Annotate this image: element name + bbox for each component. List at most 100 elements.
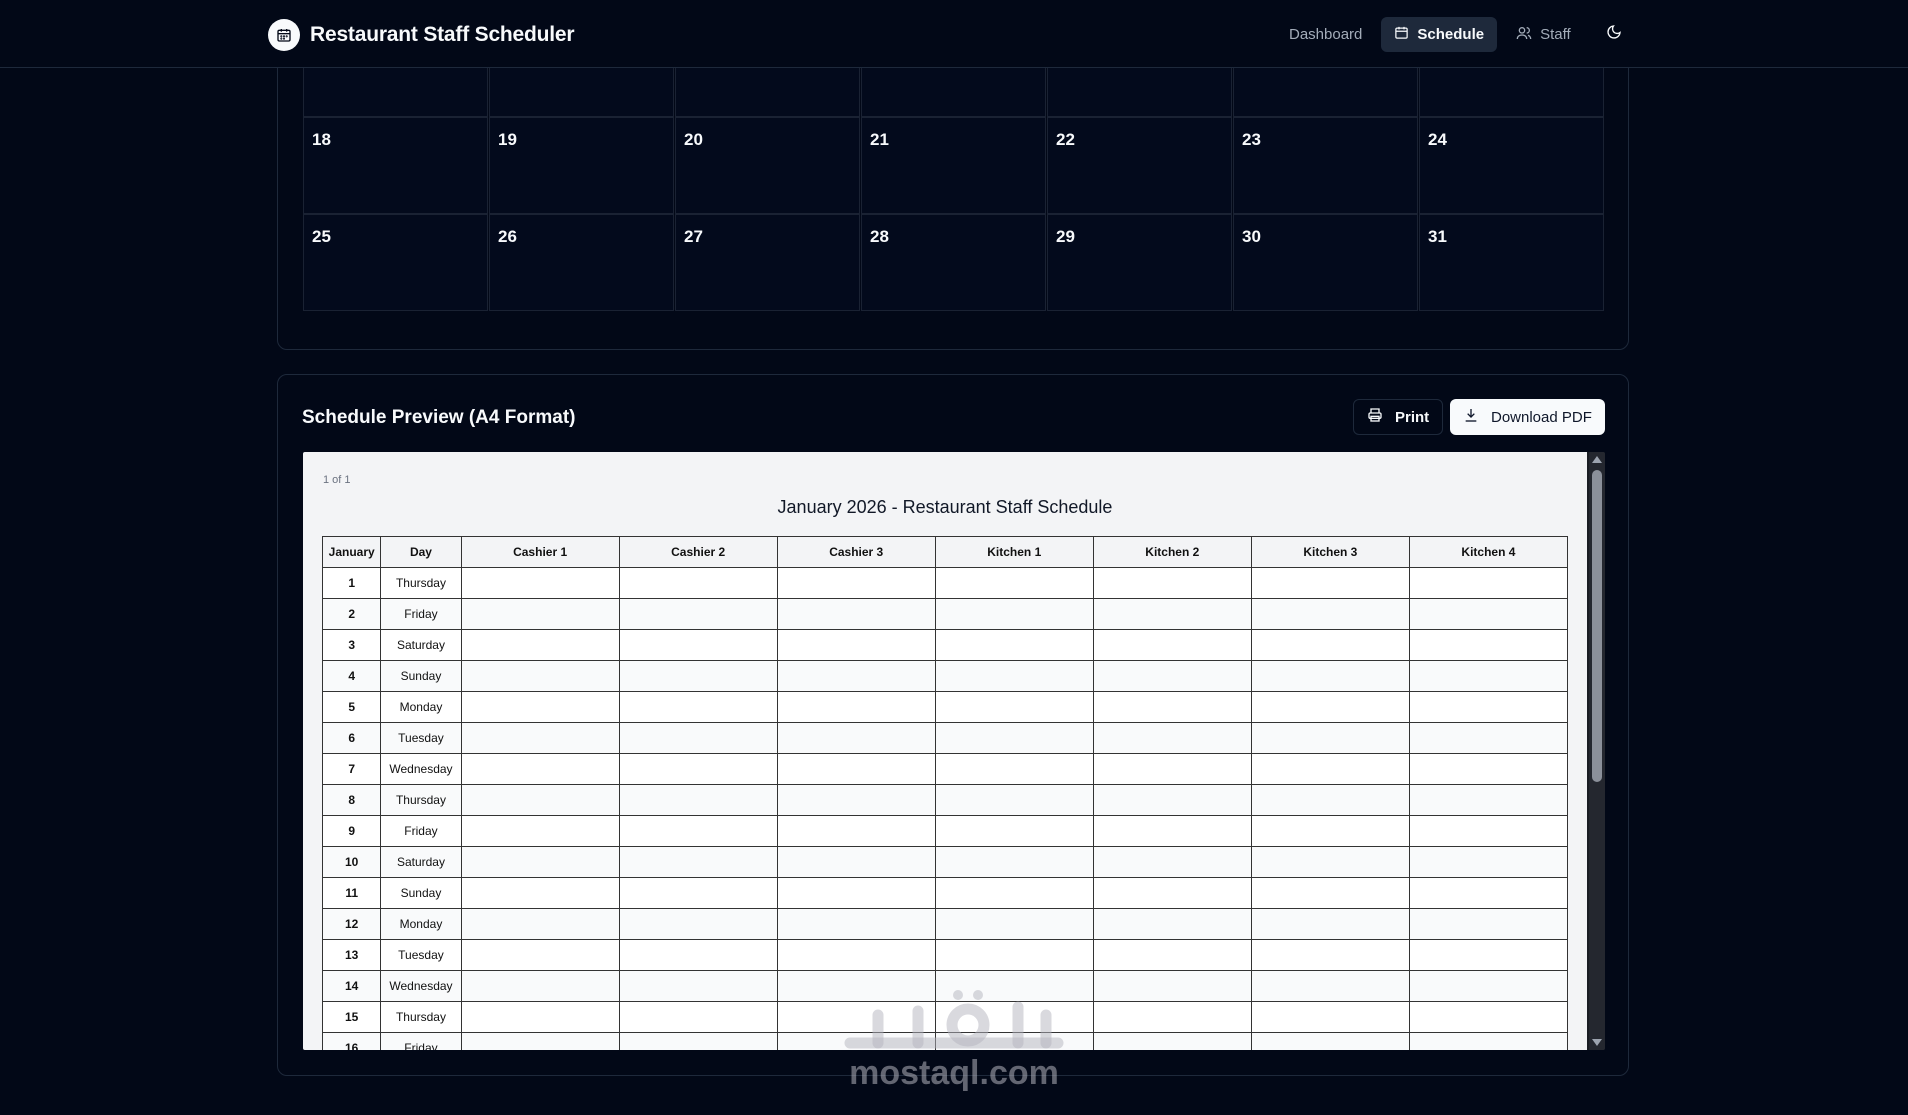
date-cell: 5 xyxy=(321,691,382,723)
date-cell: 6 xyxy=(321,722,382,754)
shift-cell xyxy=(618,815,778,847)
calendar-day-cell[interactable]: 31 xyxy=(1419,214,1604,311)
calendar-icon xyxy=(1394,25,1409,44)
shift-cell xyxy=(1250,846,1410,878)
shift-cell xyxy=(1250,660,1410,692)
nav-dashboard[interactable]: Dashboard xyxy=(1276,17,1375,52)
download-pdf-button[interactable]: Download PDF xyxy=(1450,399,1605,435)
main-nav: Dashboard Schedule Staff xyxy=(1276,17,1584,52)
day-cell: Thursday xyxy=(380,784,462,816)
date-cell: 7 xyxy=(321,753,382,785)
shift-cell xyxy=(618,846,778,878)
shift-cell xyxy=(776,691,936,723)
date-cell: 3 xyxy=(321,629,382,661)
shift-cell xyxy=(618,660,778,692)
mostaql-logo-icon xyxy=(844,990,1064,1049)
day-cell: Sunday xyxy=(380,660,462,692)
column-header: Cashier 3 xyxy=(776,536,936,568)
shift-cell xyxy=(934,815,1094,847)
watermark-text: mostaql.com xyxy=(849,1054,1059,1092)
print-button[interactable]: Print xyxy=(1353,399,1444,435)
shift-cell xyxy=(618,970,778,1002)
shift-cell xyxy=(776,784,936,816)
calendar-day-cell[interactable]: 25 xyxy=(303,214,488,311)
shift-cell xyxy=(618,567,778,599)
shift-cell xyxy=(1092,629,1252,661)
shift-cell xyxy=(1092,908,1252,940)
shift-cell xyxy=(460,815,620,847)
shift-cell xyxy=(1250,753,1410,785)
shift-cell xyxy=(934,877,1094,909)
column-header: January xyxy=(321,536,382,568)
shift-cell xyxy=(1408,939,1569,971)
shift-cell xyxy=(776,567,936,599)
calendar-day-cell[interactable]: 21 xyxy=(861,117,1046,214)
calendar-day-cell[interactable]: 27 xyxy=(675,214,860,311)
calendar-day-cell[interactable]: 28 xyxy=(861,214,1046,311)
calendar-day-cell[interactable]: 29 xyxy=(1047,214,1232,311)
table-row: 8 Thursday xyxy=(321,784,1569,816)
table-row: 10 Saturday xyxy=(321,846,1569,878)
date-cell: 16 xyxy=(321,1032,382,1050)
calendar-day-cell[interactable]: 20 xyxy=(675,117,860,214)
top-header: Restaurant Staff Scheduler Dashboard Sch… xyxy=(0,0,1908,68)
shift-cell xyxy=(1250,970,1410,1002)
table-row: 3 Saturday xyxy=(321,629,1569,661)
scrollbar-thumb[interactable] xyxy=(1592,470,1602,782)
column-header: Day xyxy=(380,536,462,568)
shift-cell xyxy=(460,1032,620,1050)
nav-schedule[interactable]: Schedule xyxy=(1381,17,1498,52)
pdf-viewer[interactable]: 1 of 1 January 2026 - Restaurant Staff S… xyxy=(303,452,1605,1050)
column-header: Cashier 1 xyxy=(460,536,620,568)
moon-icon[interactable] xyxy=(1606,24,1628,46)
shift-cell xyxy=(618,784,778,816)
shift-cell xyxy=(1250,908,1410,940)
date-cell: 15 xyxy=(321,1001,382,1033)
nav-staff[interactable]: Staff xyxy=(1503,17,1584,52)
shift-cell xyxy=(460,970,620,1002)
shift-cell xyxy=(776,908,936,940)
nav-schedule-label: Schedule xyxy=(1417,26,1485,43)
shift-cell xyxy=(776,939,936,971)
brand[interactable]: Restaurant Staff Scheduler xyxy=(268,19,575,51)
day-cell: Tuesday xyxy=(380,939,462,971)
shift-cell xyxy=(776,846,936,878)
calendar-day-cell[interactable]: 19 xyxy=(489,117,674,214)
calendar-day-cell[interactable]: 18 xyxy=(303,117,488,214)
shift-cell xyxy=(460,753,620,785)
table-row: 12 Monday xyxy=(321,908,1569,940)
shift-cell xyxy=(618,877,778,909)
day-cell: Thursday xyxy=(380,567,462,599)
day-cell: Sunday xyxy=(380,877,462,909)
shift-cell xyxy=(618,722,778,754)
table-row: 7 Wednesday xyxy=(321,753,1569,785)
day-cell: Friday xyxy=(380,1032,462,1050)
scroll-up-arrow-icon[interactable] xyxy=(1592,456,1602,463)
schedule-table: January Day Cashier 1 Cashier 2 Cashier 3 Kit… xyxy=(321,536,1569,1050)
date-cell: 1 xyxy=(321,567,382,599)
day-cell: Wednesday xyxy=(380,970,462,1002)
shift-cell xyxy=(460,567,620,599)
scroll-down-arrow-icon[interactable] xyxy=(1592,1039,1602,1046)
calendar-day-cell[interactable]: 24 xyxy=(1419,117,1604,214)
date-cell: 10 xyxy=(321,846,382,878)
printer-icon xyxy=(1367,407,1383,427)
day-cell: Monday xyxy=(380,691,462,723)
shift-cell xyxy=(1250,939,1410,971)
table-row: 1 Thursday xyxy=(321,567,1569,599)
shift-cell xyxy=(1250,722,1410,754)
shift-cell xyxy=(1092,1001,1252,1033)
viewer-scrollbar[interactable] xyxy=(1589,452,1605,1050)
shift-cell xyxy=(618,939,778,971)
calendar-day-cell[interactable]: 26 xyxy=(489,214,674,311)
print-button-label: Print xyxy=(1395,408,1430,426)
calendar-day-cell[interactable]: 30 xyxy=(1233,214,1418,311)
column-header: Kitchen 2 xyxy=(1092,536,1252,568)
shift-cell xyxy=(460,598,620,630)
calendar-day-cell[interactable]: 23 xyxy=(1233,117,1418,214)
shift-cell xyxy=(1092,691,1252,723)
day-cell: Thursday xyxy=(380,1001,462,1033)
calendar-day-cell[interactable]: 22 xyxy=(1047,117,1232,214)
shift-cell xyxy=(776,815,936,847)
shift-cell xyxy=(1408,1032,1569,1050)
